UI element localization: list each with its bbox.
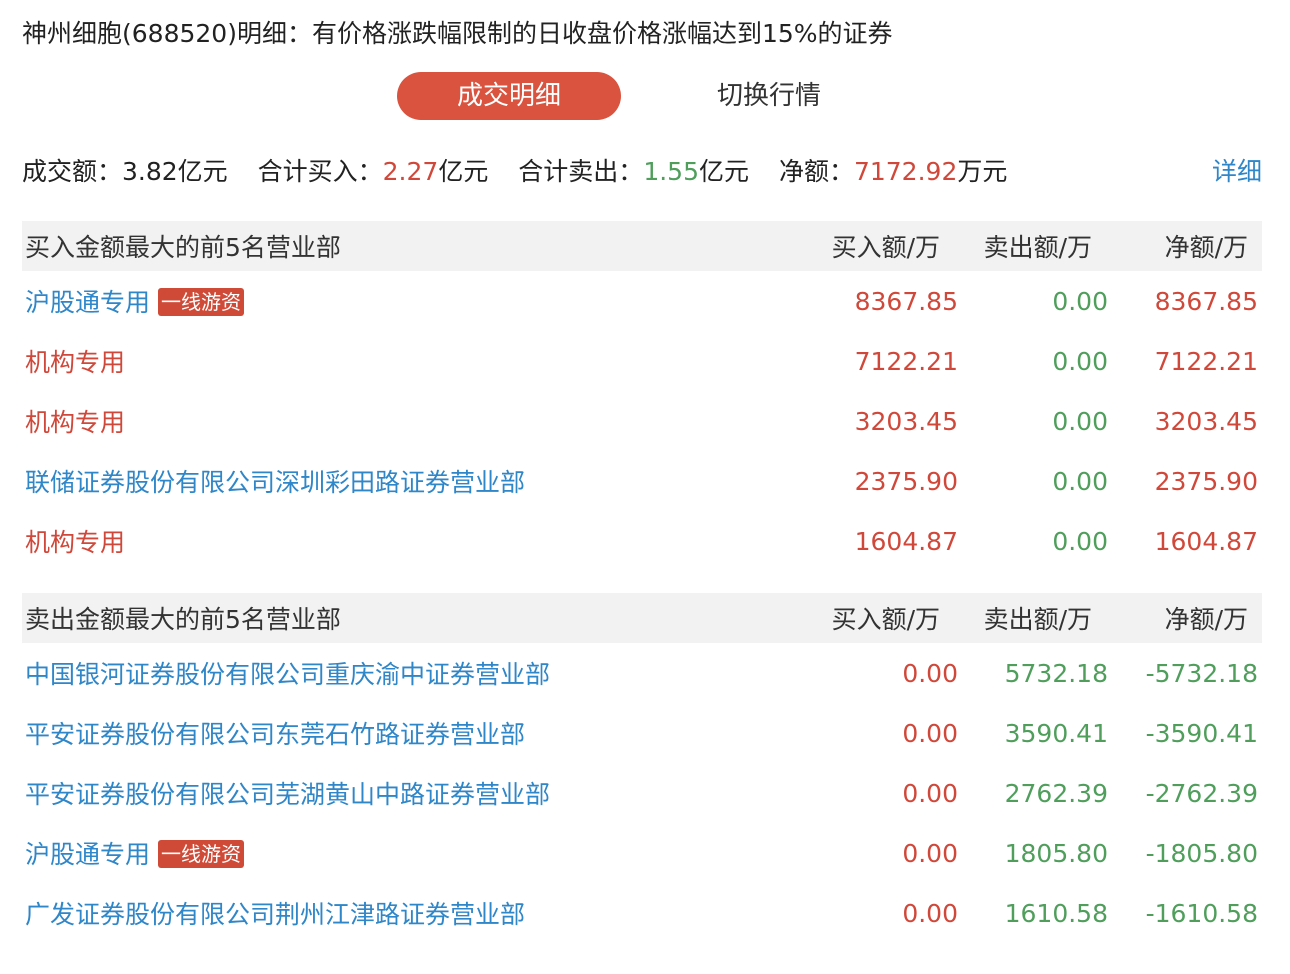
table-row: 沪股通专用 一线游资 8367.85 0.00 8367.85	[22, 271, 1262, 331]
header-name: 卖出金额最大的前5名营业部	[25, 605, 341, 634]
tab-trade-detail[interactable]: 成交明细	[397, 72, 621, 120]
hot-money-badge: 一线游资	[158, 840, 245, 868]
buy-total-unit: 亿元	[438, 157, 489, 186]
buy-amount: 1604.87	[854, 526, 958, 556]
broker-cell: 中国银河证券股份有限公司重庆渝中证券营业部	[22, 655, 820, 691]
net-value: 7172.92	[853, 157, 958, 186]
turnover-value: 3.82亿元	[122, 157, 228, 186]
top-buyers-table: 买入金额最大的前5名营业部 买入额/万 卖出额/万 净额/万 沪股通专用 一线游资…	[22, 221, 1262, 571]
sell-amount: 0.00	[1052, 286, 1108, 316]
table-row: 广发证券股份有限公司荆州江津路证券营业部 0.00 1610.58 -1610.…	[22, 883, 1262, 943]
net-amount: -1805.80	[1145, 838, 1258, 868]
sell-summary: 合计卖出：1.55亿元	[518, 157, 749, 186]
broker-link[interactable]: 平安证券股份有限公司芜湖黄山中路证券营业部	[25, 780, 550, 809]
buy-total-value: 2.27	[382, 157, 439, 186]
buy-amount: 2375.90	[854, 466, 958, 496]
table-row: 机构专用 1604.87 0.00 1604.87	[22, 511, 1262, 571]
sell-total-unit: 亿元	[698, 157, 749, 186]
broker-link[interactable]: 沪股通专用	[25, 840, 150, 869]
summary-bar: 成交额：3.82亿元 合计买入：2.27亿元 合计卖出：1.55亿元 净额：71…	[22, 150, 1262, 194]
broker-cell: 机构专用	[22, 403, 820, 439]
broker-cell: 沪股通专用 一线游资	[22, 835, 820, 871]
table-row: 机构专用 7122.21 0.00 7122.21	[22, 331, 1262, 391]
table-row: 平安证券股份有限公司东莞石竹路证券营业部 0.00 3590.41 -3590.…	[22, 703, 1262, 763]
net-summary: 净额：7172.92万元	[779, 157, 1007, 186]
broker-link[interactable]: 广发证券股份有限公司荆州江津路证券营业部	[25, 900, 525, 929]
net-amount: 8367.85	[1154, 286, 1258, 316]
table-row: 中国银河证券股份有限公司重庆渝中证券营业部 0.00 5732.18 -5732…	[22, 643, 1262, 703]
header-net: 净额/万	[1164, 605, 1248, 634]
header-buy: 买入额/万	[831, 605, 940, 634]
buy-amount: 0.00	[902, 718, 958, 748]
net-amount: -2762.39	[1145, 778, 1258, 808]
buy-amount: 0.00	[902, 658, 958, 688]
net-unit: 万元	[957, 157, 1008, 186]
table-header: 买入金额最大的前5名营业部 买入额/万 卖出额/万 净额/万	[22, 221, 1262, 271]
buy-summary: 合计买入：2.27亿元	[258, 157, 489, 186]
net-amount: -1610.58	[1145, 898, 1258, 928]
page-title: 神州细胞(688520)明细：有价格涨跌幅限制的日收盘价格涨幅达到15%的证券	[22, 19, 893, 48]
buy-amount: 0.00	[902, 898, 958, 928]
sell-amount: 0.00	[1052, 466, 1108, 496]
table-row: 平安证券股份有限公司芜湖黄山中路证券营业部 0.00 2762.39 -2762…	[22, 763, 1262, 823]
broker-cell: 机构专用	[22, 343, 820, 379]
sell-amount: 2762.39	[1004, 778, 1108, 808]
net-amount: 3203.45	[1154, 406, 1258, 436]
broker-cell: 平安证券股份有限公司芜湖黄山中路证券营业部	[22, 775, 820, 811]
sell-amount: 0.00	[1052, 526, 1108, 556]
net-amount: 1604.87	[1154, 526, 1258, 556]
table-row: 机构专用 3203.45 0.00 3203.45	[22, 391, 1262, 451]
buy-amount: 3203.45	[854, 406, 958, 436]
buy-amount: 7122.21	[854, 346, 958, 376]
net-amount: -3590.41	[1145, 718, 1258, 748]
broker-cell: 广发证券股份有限公司荆州江津路证券营业部	[22, 895, 820, 931]
header-sell: 卖出额/万	[983, 605, 1092, 634]
sell-total-label: 合计卖出：	[518, 157, 644, 186]
sell-amount: 1805.80	[1004, 838, 1108, 868]
table-row: 沪股通专用 一线游资 0.00 1805.80 -1805.80	[22, 823, 1262, 883]
header-name: 买入金额最大的前5名营业部	[25, 233, 341, 262]
turnover-summary: 成交额：3.82亿元	[22, 157, 228, 186]
buy-amount: 0.00	[902, 838, 958, 868]
broker-link[interactable]: 机构专用	[25, 408, 125, 437]
hot-money-badge: 一线游资	[158, 288, 245, 316]
broker-cell: 联储证券股份有限公司深圳彩田路证券营业部	[22, 463, 820, 499]
header-net: 净额/万	[1164, 233, 1248, 262]
sell-amount: 1610.58	[1004, 898, 1108, 928]
table-header: 卖出金额最大的前5名营业部 买入额/万 卖出额/万 净额/万	[22, 593, 1262, 643]
broker-link[interactable]: 沪股通专用	[25, 288, 150, 317]
header-buy: 买入额/万	[831, 233, 940, 262]
turnover-label: 成交额：	[22, 157, 123, 186]
tab-switch-quote[interactable]: 切换行情	[717, 72, 821, 120]
sell-amount: 0.00	[1052, 406, 1108, 436]
broker-cell: 平安证券股份有限公司东莞石竹路证券营业部	[22, 715, 820, 751]
sell-total-value: 1.55	[643, 157, 699, 186]
tab-bar: 成交明细 切换行情	[397, 72, 821, 120]
net-label: 净额：	[778, 157, 854, 186]
broker-link[interactable]: 机构专用	[25, 348, 125, 377]
sell-amount: 3590.41	[1004, 718, 1108, 748]
broker-link[interactable]: 机构专用	[25, 528, 125, 557]
broker-link[interactable]: 中国银河证券股份有限公司重庆渝中证券营业部	[25, 660, 550, 689]
buy-amount: 8367.85	[854, 286, 958, 316]
table-row: 联储证券股份有限公司深圳彩田路证券营业部 2375.90 0.00 2375.9…	[22, 451, 1262, 511]
broker-link[interactable]: 联储证券股份有限公司深圳彩田路证券营业部	[25, 468, 525, 497]
net-amount: 7122.21	[1154, 346, 1258, 376]
broker-link[interactable]: 平安证券股份有限公司东莞石竹路证券营业部	[25, 720, 525, 749]
net-amount: 2375.90	[1154, 466, 1258, 496]
detail-link[interactable]: 详细	[1212, 150, 1262, 194]
buy-amount: 0.00	[902, 778, 958, 808]
sell-amount: 0.00	[1052, 346, 1108, 376]
sell-amount: 5732.18	[1004, 658, 1108, 688]
buy-total-label: 合计买入：	[257, 157, 383, 186]
header-sell: 卖出额/万	[983, 233, 1092, 262]
page: 神州细胞(688520)明细：有价格涨跌幅限制的日收盘价格涨幅达到15%的证券 …	[0, 0, 1290, 974]
net-amount: -5732.18	[1145, 658, 1258, 688]
broker-cell: 机构专用	[22, 523, 820, 559]
top-sellers-table: 卖出金额最大的前5名营业部 买入额/万 卖出额/万 净额/万 中国银河证券股份有…	[22, 593, 1262, 943]
broker-cell: 沪股通专用 一线游资	[22, 283, 820, 319]
